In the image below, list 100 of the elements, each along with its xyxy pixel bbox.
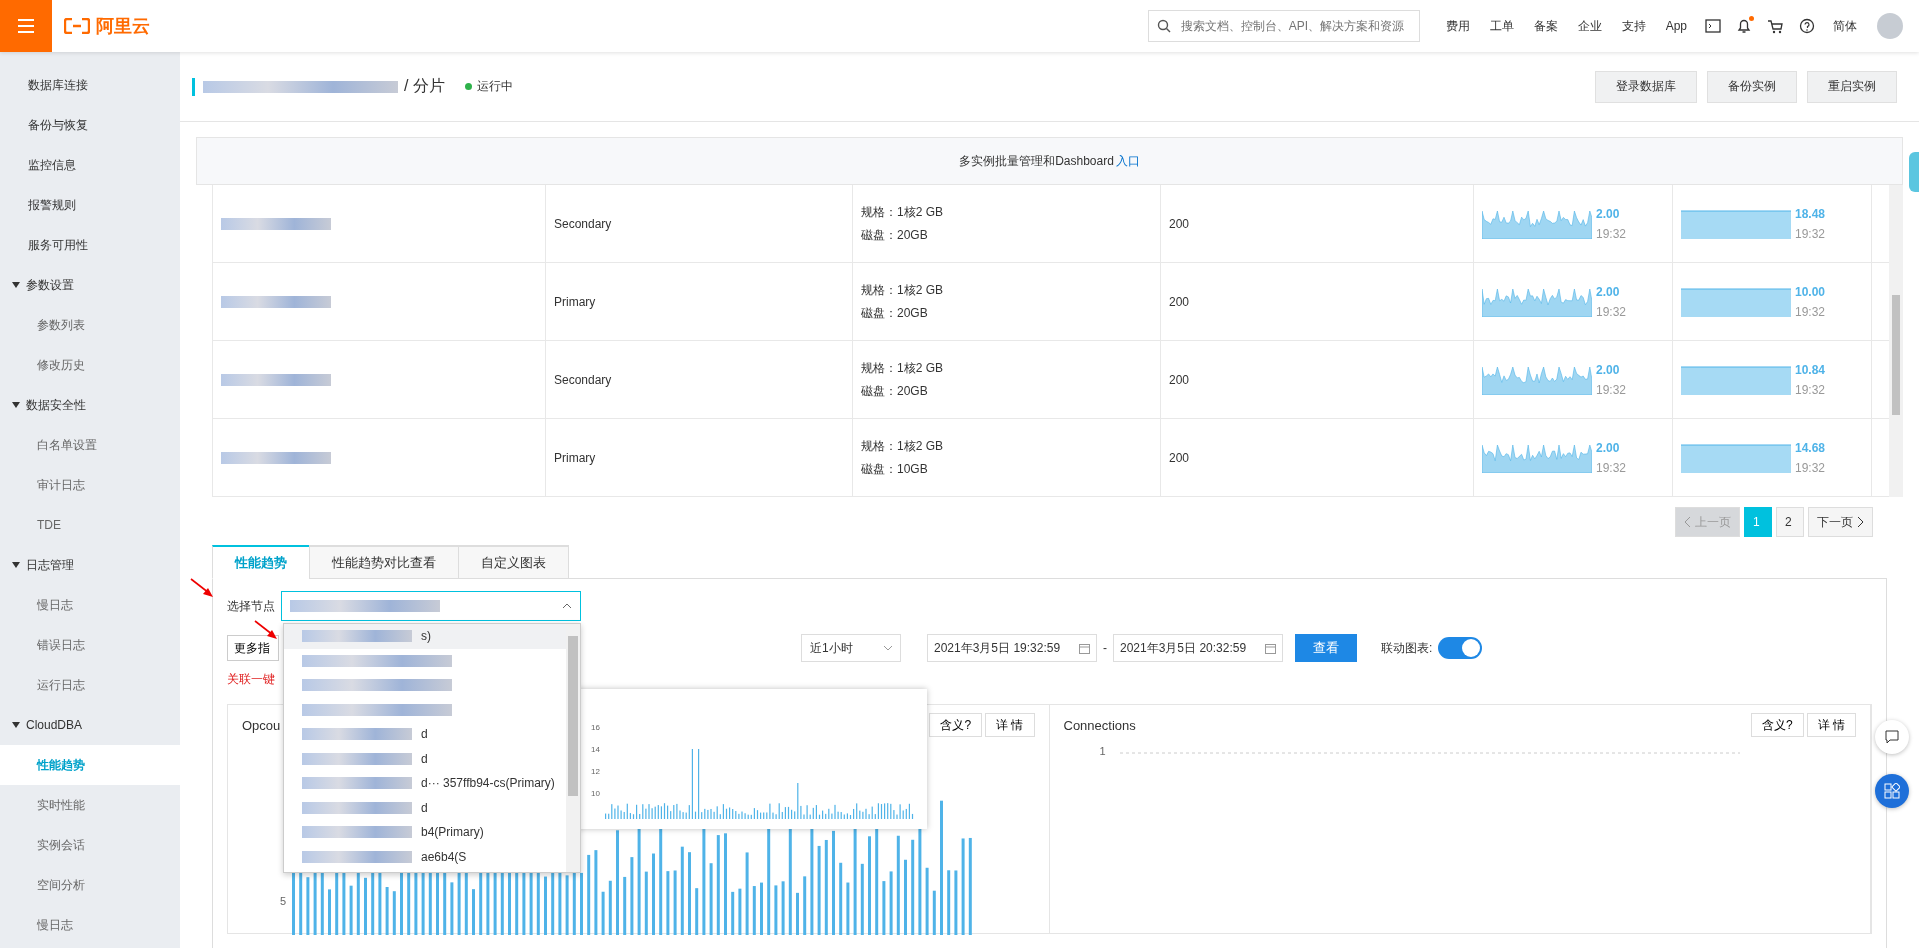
sidebar-item[interactable]: 审计日志 [0,465,180,505]
table-cell: Primary [554,450,596,465]
page-button[interactable]: 2 [1776,507,1804,537]
sidebar-item[interactable]: 错误日志 [0,625,180,665]
table-cell: 200 [1169,294,1190,309]
scrollbar[interactable] [1889,185,1903,497]
details-button[interactable]: 详 情 [985,713,1035,737]
grid-icon [1884,783,1900,799]
sidebar-item[interactable]: 备份与恢复 [0,105,180,145]
table-cell: 200 [1169,450,1190,465]
toggle-switch[interactable] [1438,637,1483,659]
dropdown-option[interactable]: s) [284,624,566,649]
caret-icon [12,282,20,288]
terminal-icon[interactable] [1705,19,1721,33]
metric-value: 10.84 [1795,362,1826,377]
group-label: CloudDBA [26,718,83,732]
tab[interactable]: 性能趋势对比查看 [309,545,459,579]
chevron-icon [884,645,892,651]
chat-button[interactable] [1875,720,1909,754]
help-icon[interactable] [1799,18,1815,34]
sidebar-item[interactable]: 报警规则 [0,185,180,225]
sidebar-item[interactable]: 慢日志 [0,585,180,625]
nav-link[interactable]: App [1655,19,1697,33]
table-cell: Secondary [554,216,612,231]
details-button[interactable]: 详 情 [1806,713,1856,737]
sidebar-item[interactable]: 运行日志 [0,665,180,705]
caret-icon [12,562,20,568]
sidebar-group[interactable]: CloudDBA [0,705,180,745]
annotation-arrow [189,577,215,599]
entry-link[interactable]: 入口 [1115,152,1140,170]
nav-link[interactable]: 工单 [1479,17,1524,35]
sidebar-item[interactable]: 实例会话 [0,825,180,865]
sidebar-group[interactable]: 参数设置 [0,265,180,305]
next-page-button[interactable]: 下一页 [1808,507,1873,537]
date-field[interactable]: 2021年3月5日 19:32:59 [927,634,1097,662]
diagnose-link[interactable]: 关联一键 [227,671,1872,688]
search-field[interactable]: 搜索文档、控制台、API、解决方案和资源 [1147,10,1420,42]
nav-link[interactable]: 备案 [1523,17,1568,35]
status-dot [464,83,472,90]
action-button[interactable]: 重启实例 [1807,70,1897,103]
edge-tab[interactable] [1909,152,1919,192]
sidebar-item[interactable]: TDE [0,505,180,545]
table-cell: 200 [1169,372,1190,387]
table-cell: 规格：1核2 GB [861,437,944,455]
sidebar-group[interactable]: 日志管理 [0,545,180,585]
language-link[interactable]: 简体 [1823,17,1867,35]
toggle-label: 联动图表: [1381,639,1433,657]
caret-icon [12,722,20,728]
sidebar-item[interactable]: 数据库连接 [0,65,180,105]
avatar[interactable] [1877,13,1903,39]
sidebar-item[interactable]: 空间分析 [0,865,180,905]
more-metrics-button[interactable]: 更多指 [227,635,279,661]
calendar-icon [1079,642,1090,654]
table-cell: Primary [554,294,596,309]
scrollbar[interactable] [566,624,580,872]
table-cell: 规格：1核2 GB [861,203,944,221]
nav-link[interactable]: 费用 [1435,17,1480,35]
sidebar-item[interactable]: 服务可用性 [0,225,180,265]
nav-link[interactable]: 支持 [1611,17,1656,35]
action-button[interactable]: 登录数据库 [1595,70,1697,103]
field-label: 选择节点 [227,597,275,615]
meaning-button[interactable]: 含义? [929,713,983,737]
cart-icon[interactable] [1767,18,1783,34]
metric-time: 19:32 [1596,304,1627,319]
metric-value: 14.68 [1795,440,1826,455]
query-button[interactable]: 查看 [1295,634,1357,662]
sidebar-item[interactable]: 慢日志 [0,905,180,945]
menu-button[interactable] [0,0,52,52]
chevron-icon [562,603,572,609]
chevron-right-icon [1857,516,1864,528]
table-cell: 规格：1核2 GB [861,359,944,377]
sidebar-group[interactable]: 数据安全性 [0,385,180,425]
sidebar-item[interactable]: 修改历史 [0,345,180,385]
group-label: 参数设置 [26,276,74,294]
action-button[interactable]: 备份实例 [1707,70,1797,103]
apps-button[interactable] [1875,774,1909,808]
node-select[interactable] [281,591,581,621]
metric-time: 19:32 [1795,304,1826,319]
meaning-button[interactable]: 含义? [1750,713,1804,737]
date-field[interactable]: 2021年3月5日 20:32:59 [1113,634,1283,662]
table-cell: Secondary [554,372,612,387]
chart-title: Opcou [242,717,281,733]
page-title: / 分片 [404,76,445,96]
sidebar-item[interactable]: 参数列表 [0,305,180,345]
sidebar-item[interactable]: 监控信息 [0,145,180,185]
range-select[interactable]: 近1小时 [801,634,901,662]
caret-icon [12,402,20,408]
sidebar-item[interactable]: 白名单设置 [0,425,180,465]
calendar-icon [1265,642,1276,654]
chart-title: Connections [1063,717,1136,733]
metric-value: 2.00 [1596,440,1621,455]
nav-link[interactable]: 企业 [1567,17,1612,35]
logo-text: 阿里云 [96,15,150,38]
tab[interactable]: 自定义图表 [458,545,569,579]
bell-icon[interactable] [1737,18,1751,34]
sidebar-item[interactable]: 实时性能 [0,785,180,825]
metric-value: 18.48 [1795,206,1826,221]
menu-icon [18,19,34,33]
axis-tick: 1 [1099,745,1106,757]
group-label: 日志管理 [26,556,74,574]
